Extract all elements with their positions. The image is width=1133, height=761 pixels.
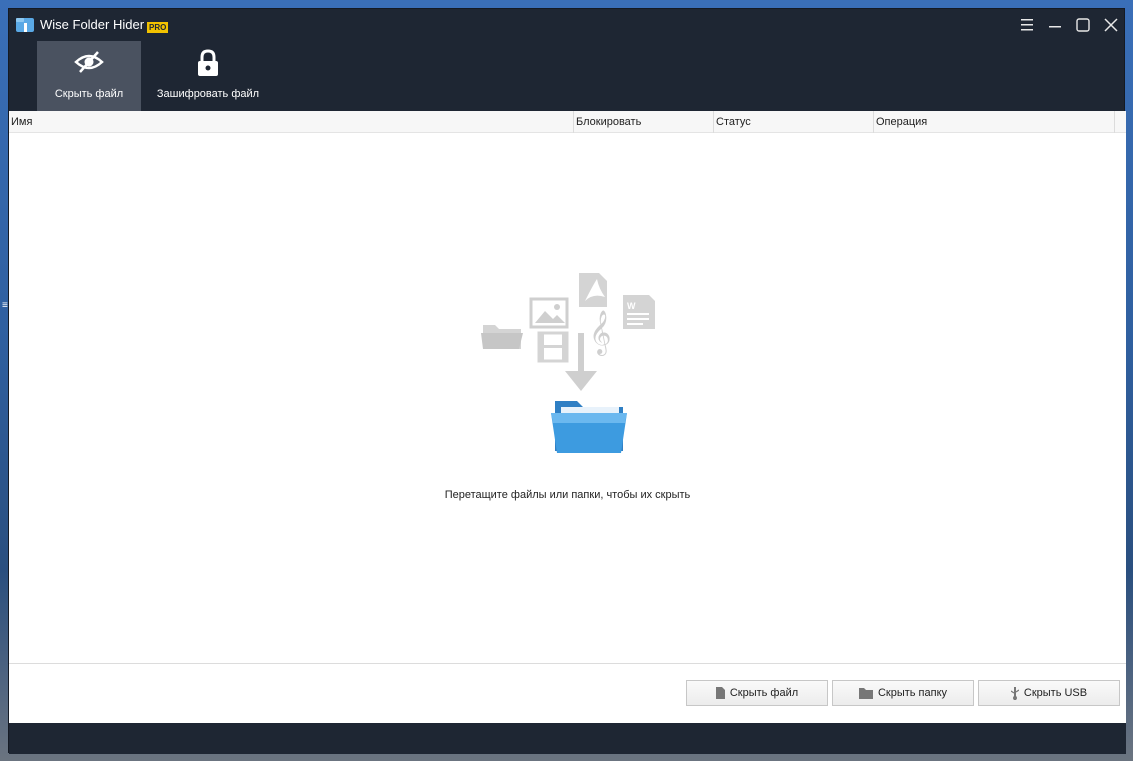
app-logo-icon (16, 18, 34, 32)
minimize-icon[interactable] (1045, 15, 1065, 35)
folder-small-icon (858, 688, 873, 699)
tab-hide-file-label: Скрыть файл (54, 88, 124, 100)
folder-icon (481, 325, 523, 349)
toolbar: Скрыть файл Зашифровать файл (9, 41, 1124, 111)
hide-usb-button[interactable]: Скрыть USB (978, 680, 1120, 706)
app-title: Wise Folder Hider (40, 17, 145, 32)
pro-badge: PRO (147, 22, 169, 33)
file-list-panel: Имя Блокировать Статус Операция W 𝄞 Пере… (9, 111, 1126, 723)
column-lock[interactable]: Блокировать (574, 111, 714, 133)
file-icon (715, 687, 725, 699)
app-window: Wise Folder Hider PRO Скрыть файл Зашифр… (8, 8, 1126, 754)
hide-file-button[interactable]: Скрыть файл (686, 680, 828, 706)
drop-zone[interactable]: W 𝄞 Перетащите файлы или папки, чтобы их… (9, 133, 1126, 663)
column-operation[interactable]: Операция (874, 111, 1115, 133)
menu-icon[interactable] (1017, 15, 1037, 35)
status-bar (9, 723, 1126, 754)
desktop-edge-mark: ≡ (2, 300, 8, 311)
music-icon: 𝄞 (589, 310, 611, 356)
close-icon[interactable] (1101, 15, 1121, 35)
svg-text:W: W (627, 301, 636, 311)
document-icon: W (623, 295, 655, 329)
footer-actions: Скрыть файл Скрыть папку Скрыть USB (9, 663, 1126, 723)
title-bar: Wise Folder Hider PRO (9, 9, 1124, 41)
drop-zone-illustration: W 𝄞 (481, 273, 655, 453)
tab-encrypt-file[interactable]: Зашифровать файл (149, 41, 267, 111)
table-header: Имя Блокировать Статус Операция (9, 111, 1126, 133)
pdf-icon (579, 273, 607, 307)
lock-icon (198, 49, 218, 76)
hide-file-button-label: Скрыть файл (729, 687, 799, 699)
blue-folder-icon (551, 401, 627, 453)
hide-folder-button[interactable]: Скрыть папку (832, 680, 974, 706)
tab-encrypt-file-label: Зашифровать файл (156, 88, 260, 100)
hide-folder-button-label: Скрыть папку (877, 687, 948, 699)
column-name[interactable]: Имя (9, 111, 574, 133)
column-status[interactable]: Статус (714, 111, 874, 133)
svg-text:𝄞: 𝄞 (589, 310, 611, 356)
drop-hint: Перетащите файлы или папки, чтобы их скр… (444, 489, 691, 501)
video-icon (537, 331, 569, 363)
usb-icon (1010, 686, 1019, 700)
eye-hidden-icon (74, 51, 104, 73)
maximize-icon[interactable] (1073, 15, 1093, 35)
hide-usb-button-label: Скрыть USB (1023, 687, 1088, 699)
tab-hide-file[interactable]: Скрыть файл (37, 41, 141, 111)
image-icon (529, 297, 569, 329)
